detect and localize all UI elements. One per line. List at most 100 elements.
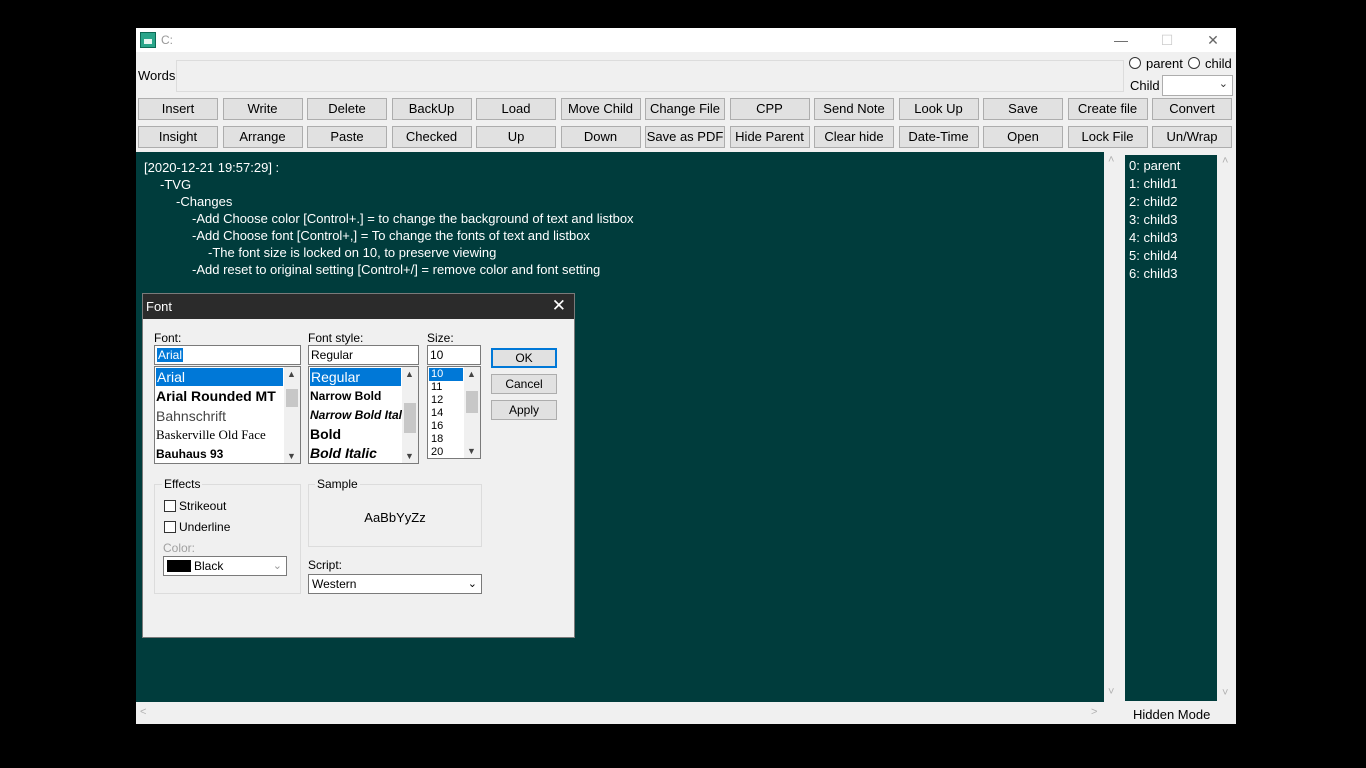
font-style-scrollbar[interactable]: ▲ ▼ (402, 367, 418, 463)
font-name-input[interactable]: Arial (154, 345, 301, 365)
app-icon (140, 32, 156, 48)
toolbar-button[interactable]: Change File (645, 98, 725, 120)
scroll-left-icon[interactable]: ˂ (140, 706, 146, 718)
color-dropdown[interactable]: Black ⌄ (163, 556, 287, 576)
scroll-up-icon[interactable]: ▲ (287, 369, 296, 379)
listbox-scrollbar[interactable]: ˄ ˅ (1219, 155, 1235, 701)
scroll-down-icon[interactable]: ▼ (467, 446, 476, 456)
font-style-item[interactable]: Narrow Bold (310, 387, 381, 405)
child-label: Child (1130, 78, 1160, 93)
toolbar-button[interactable]: Insert (138, 98, 218, 120)
toolbar-button[interactable]: Paste (307, 126, 387, 148)
scroll-up-icon[interactable]: ˄ (1108, 154, 1114, 166)
toolbar-button[interactable]: Lock File (1067, 126, 1148, 148)
toolbar-button[interactable]: Un/Wrap (1152, 126, 1232, 148)
maximize-button[interactable]: ☐ (1144, 28, 1190, 52)
font-style-input[interactable]: Regular (308, 345, 419, 365)
size-list-item[interactable]: 14 (429, 407, 443, 420)
scroll-down-icon[interactable]: ▼ (405, 451, 414, 461)
list-item[interactable]: 0: parent (1129, 158, 1180, 173)
words-input[interactable] (176, 60, 1124, 92)
toolbar-button[interactable]: Insight (138, 126, 218, 148)
font-list-item[interactable]: Baskerville Old Face (156, 426, 266, 444)
toolbar-button[interactable]: Move Child (560, 98, 641, 120)
toolbar-button[interactable]: BackUp (391, 98, 472, 120)
editor-vertical-scrollbar[interactable]: ˄ ˅ (1104, 152, 1121, 702)
toolbar-button[interactable]: Look Up (898, 98, 979, 120)
scroll-up-icon[interactable]: ▲ (405, 369, 414, 379)
child-listbox[interactable]: 0: parent 1: child1 2: child2 3: child3 … (1125, 155, 1217, 701)
scroll-down-icon[interactable]: ˅ (1222, 687, 1228, 699)
font-list-item[interactable]: Bahnschrift (156, 407, 226, 425)
size-list-item[interactable]: 18 (429, 433, 443, 446)
toolbar-button[interactable]: Convert (1152, 98, 1232, 120)
scroll-down-icon[interactable]: ˅ (1108, 686, 1114, 698)
font-style-item[interactable]: Narrow Bold Italic (310, 406, 402, 424)
font-style-item[interactable]: Bold (310, 425, 341, 443)
scroll-up-icon[interactable]: ▲ (467, 369, 476, 379)
list-item[interactable]: 3: child3 (1129, 212, 1177, 227)
font-list[interactable]: Arial Arial Rounded MT Bahnschrift Baske… (154, 366, 301, 464)
editor-line: -Add Choose font [Control+,] = To change… (192, 228, 590, 243)
toolbar-button[interactable]: Write (222, 98, 303, 120)
list-item[interactable]: 1: child1 (1129, 176, 1177, 191)
scrollbar-thumb[interactable] (286, 389, 298, 407)
child-dropdown[interactable]: ⌄ (1162, 75, 1233, 96)
ok-button[interactable]: OK (491, 348, 557, 368)
toolbar-button[interactable]: Load (476, 98, 556, 120)
cancel-button[interactable]: Cancel (491, 374, 557, 394)
parent-radio[interactable] (1129, 57, 1141, 69)
size-list-scrollbar[interactable]: ▲ ▼ (464, 367, 480, 458)
toolbar-button[interactable]: Send Note (814, 98, 894, 120)
size-list[interactable]: 10 11 12 14 16 18 20 ▲ ▼ (427, 366, 481, 459)
size-list-item[interactable]: 12 (429, 394, 443, 407)
size-list-item[interactable]: 16 (429, 420, 443, 433)
underline-checkbox[interactable] (164, 521, 176, 533)
close-button[interactable]: ✕ (1190, 28, 1236, 52)
toolbar-button[interactable]: Clear hide (814, 126, 894, 148)
toolbar-button[interactable]: Checked (391, 126, 472, 148)
font-list-item[interactable]: Arial (156, 368, 283, 386)
font-style-list[interactable]: Regular Narrow Bold Narrow Bold Italic B… (308, 366, 419, 464)
scrollbar-thumb[interactable] (404, 403, 416, 433)
size-input[interactable]: 10 (427, 345, 481, 365)
close-icon[interactable]: ✕ (552, 296, 566, 316)
hidden-mode-label[interactable]: Hidden Mode (1133, 707, 1210, 722)
font-style-label: Font style: (308, 331, 364, 345)
child-radio[interactable] (1188, 57, 1200, 69)
apply-button[interactable]: Apply (491, 400, 557, 420)
scrollbar-thumb[interactable] (466, 391, 478, 413)
toolbar-button[interactable]: Save as PDF (645, 126, 725, 148)
toolbar-button[interactable]: Down (560, 126, 641, 148)
sample-text: AaBbYyZz (364, 510, 426, 525)
size-list-item[interactable]: 10 (429, 368, 463, 381)
list-item[interactable]: 6: child3 (1129, 266, 1177, 281)
font-list-item[interactable]: Bauhaus 93 (156, 445, 223, 463)
script-dropdown[interactable]: Western ⌄ (308, 574, 482, 594)
toolbar-button[interactable]: Save (983, 98, 1063, 120)
toolbar-button[interactable]: CPP (729, 98, 810, 120)
list-item[interactable]: 4: child3 (1129, 230, 1177, 245)
toolbar-button[interactable]: Arrange (222, 126, 303, 148)
toolbar-button[interactable]: Hide Parent (729, 126, 810, 148)
title-bar: C: — ☐ ✕ (136, 28, 1236, 52)
editor-horizontal-scrollbar[interactable]: ˂ ˃ (136, 704, 1104, 722)
scroll-up-icon[interactable]: ˄ (1222, 155, 1228, 167)
font-list-scrollbar[interactable]: ▲ ▼ (284, 367, 300, 463)
list-item[interactable]: 2: child2 (1129, 194, 1177, 209)
strikeout-checkbox[interactable] (164, 500, 176, 512)
minimize-button[interactable]: — (1098, 28, 1144, 52)
toolbar-button[interactable]: Create file (1067, 98, 1148, 120)
toolbar-button[interactable]: Delete (307, 98, 387, 120)
scroll-down-icon[interactable]: ▼ (287, 451, 296, 461)
toolbar-button[interactable]: Open (983, 126, 1063, 148)
toolbar-button[interactable]: Date-Time (898, 126, 979, 148)
toolbar-button[interactable]: Up (476, 126, 556, 148)
font-style-item[interactable]: Regular (310, 368, 401, 386)
font-style-item[interactable]: Bold Italic (310, 444, 377, 462)
scroll-right-icon[interactable]: ˃ (1091, 706, 1097, 718)
size-list-item[interactable]: 11 (429, 381, 442, 394)
size-list-item[interactable]: 20 (429, 446, 443, 458)
font-list-item[interactable]: Arial Rounded MT (156, 387, 276, 405)
list-item[interactable]: 5: child4 (1129, 248, 1177, 263)
